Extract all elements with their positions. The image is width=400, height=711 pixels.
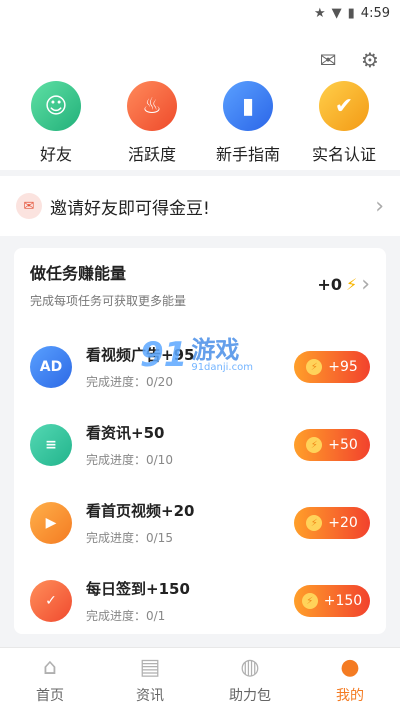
video-icon: ▶ [30, 502, 72, 544]
lightning-icon: ⚡ [345, 275, 358, 294]
mail-icon[interactable]: ✉ [316, 48, 340, 72]
energy-counter[interactable]: +0 ⚡ › [317, 272, 370, 297]
article-icon: ≡ [30, 424, 72, 466]
quick-action-label: 好友 [39, 145, 72, 164]
invite-banner[interactable]: ✉ 邀请好友即可得金豆! › [0, 176, 400, 236]
book-icon: ▮ [223, 81, 273, 131]
tab-label: 我的 [336, 687, 364, 704]
wifi-icon: ▼ [331, 5, 342, 21]
task-progress: 完成进度：0/10 [86, 453, 173, 467]
reward-button[interactable]: ⚡ +50 [294, 429, 370, 461]
moneybag-icon: ◍ [240, 654, 260, 680]
friend-icon: ☺ [31, 81, 81, 131]
tab-label: 资讯 [136, 687, 164, 704]
task-item: ▶ 看首页视频+20 完成进度：0/15 ⚡ +20 [30, 484, 370, 562]
tab-news[interactable]: ▤ 资讯 [100, 648, 200, 711]
news-icon: ▤ [139, 654, 161, 680]
quick-action-verify[interactable]: ✔ 实名认证 [302, 81, 386, 165]
reward-value: +50 [328, 437, 358, 453]
profile-icon: ● [340, 654, 360, 680]
envelope-icon: ✉ [16, 193, 42, 219]
quick-action-label: 新手指南 [215, 145, 280, 164]
quick-action-friends[interactable]: ☺ 好友 [14, 81, 98, 165]
settings-icon[interactable]: ⚙ [358, 48, 382, 72]
task-progress: 完成进度：0/15 [86, 531, 173, 545]
quick-actions: ☺ 好友 ♨ 活跃度 ▮ 新手指南 ✔ 实名认证 [0, 81, 400, 165]
energy-value: +0 [317, 275, 342, 294]
status-time: 4:59 [360, 5, 390, 21]
tab-home[interactable]: ⌂ 首页 [0, 648, 100, 711]
task-panel: 做任务赚能量 完成每项任务可获取更多能量 +0 ⚡ › AD 看视频广告+95 … [14, 248, 386, 634]
watermark-url: 91danji.com [191, 361, 253, 373]
reward-button[interactable]: ⚡ +150 [294, 585, 370, 617]
bottom-tab-bar: ⌂ 首页 ▤ 资讯 ◍ 助力包 ● 我的 [0, 647, 400, 711]
tab-label: 助力包 [229, 687, 271, 704]
task-progress: 完成进度：0/1 [86, 609, 166, 623]
tab-mine[interactable]: ● 我的 [300, 648, 400, 711]
chevron-right-icon: › [361, 272, 370, 297]
task-name: 每日签到+150 [86, 580, 190, 598]
reward-value: +20 [328, 515, 358, 531]
invite-text: 邀请好友即可得金豆! [50, 198, 210, 219]
watermark-game: 游戏 [191, 335, 240, 364]
task-item: ≡ 看资讯+50 完成进度：0/10 ⚡ +50 [30, 406, 370, 484]
verified-user-icon: ✔ [319, 81, 369, 131]
quick-action-activity[interactable]: ♨ 活跃度 [110, 81, 194, 165]
coin-icon: ⚡ [306, 437, 323, 453]
profile-header: ✉ ⚙ ☺ 好友 ♨ 活跃度 ▮ 新手指南 ✔ 实名认证 [0, 26, 400, 170]
coin-icon: ⚡ [306, 515, 323, 531]
watermark: 91 游戏 91danji.com [140, 330, 280, 380]
chevron-right-icon: › [375, 193, 384, 219]
reward-button[interactable]: ⚡ +20 [294, 507, 370, 539]
home-icon: ⌂ [43, 654, 57, 680]
calendar-check-icon: ✓ [30, 580, 72, 622]
tab-boost-pack[interactable]: ◍ 助力包 [200, 648, 300, 711]
quick-action-label: 实名认证 [311, 145, 376, 164]
task-name: 看首页视频+20 [86, 502, 195, 520]
coin-icon: ⚡ [301, 593, 318, 609]
ad-icon: AD [30, 346, 72, 388]
battery-icon: ▮ [347, 5, 355, 21]
tab-label: 首页 [36, 687, 64, 704]
reward-value: +95 [328, 359, 358, 375]
coin-icon: ⚡ [306, 359, 323, 375]
star-icon: ★ [313, 5, 326, 21]
reward-button[interactable]: ⚡ +95 [294, 351, 370, 383]
fire-icon: ♨ [127, 81, 177, 131]
reward-value: +150 [323, 593, 363, 609]
quick-action-label: 活跃度 [127, 145, 176, 164]
quick-action-guide[interactable]: ▮ 新手指南 [206, 81, 290, 165]
task-item: ✓ 每日签到+150 完成进度：0/1 ⚡ +150 [30, 562, 370, 640]
task-name: 看资讯+50 [86, 424, 165, 442]
watermark-brand: 91 [140, 335, 188, 375]
status-bar: ★ ▼ ▮ 4:59 [0, 0, 400, 26]
